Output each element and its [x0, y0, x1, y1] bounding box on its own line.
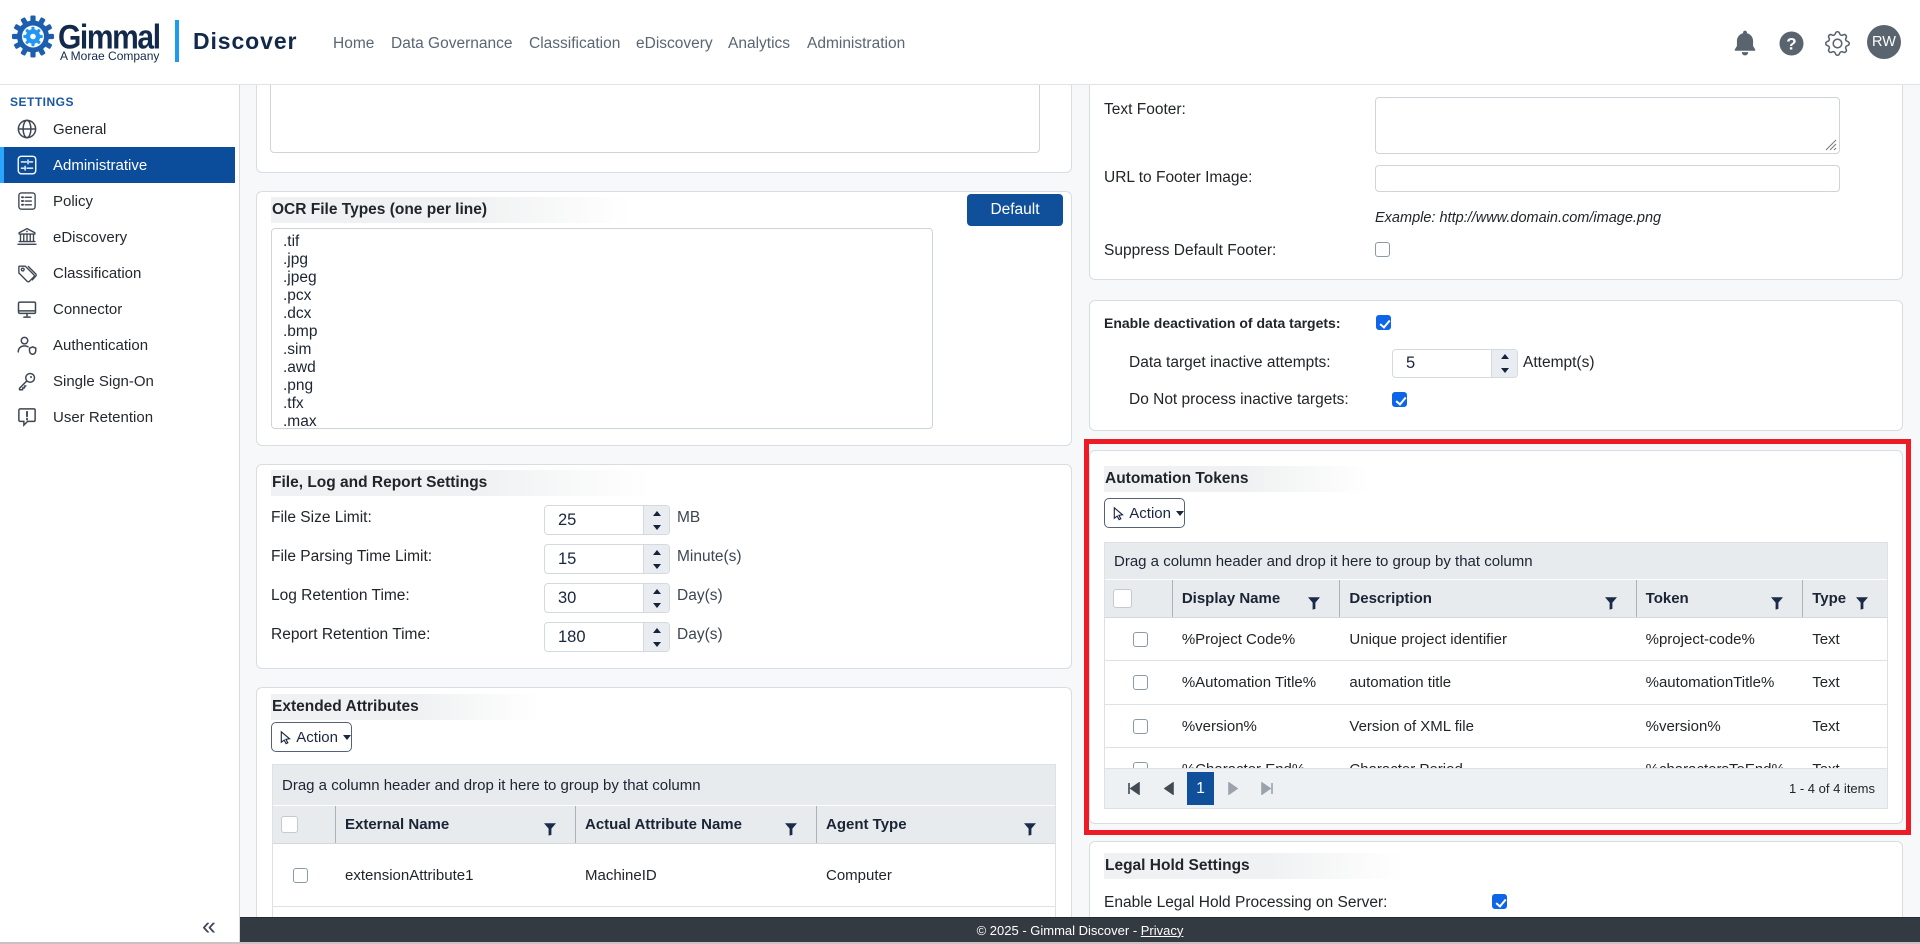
svg-text:?: ?: [1786, 35, 1796, 54]
